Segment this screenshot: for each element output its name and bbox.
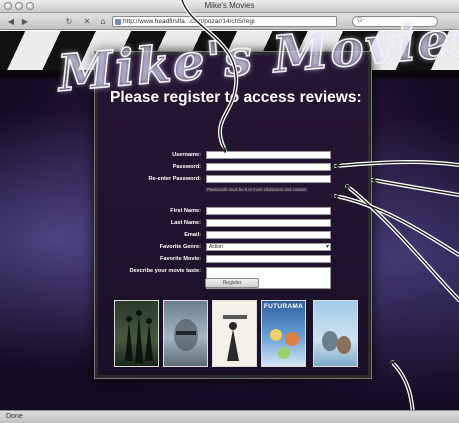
chevron-down-icon: ▾: [325, 244, 329, 250]
first-name-label: First Name:: [170, 208, 201, 214]
poster-face-icon: [174, 319, 198, 351]
status-bar: Done: [0, 410, 459, 423]
favorite-genre-label: Favorite Genre:: [159, 244, 201, 250]
poster-animals-icon: [322, 331, 351, 354]
reload-icon[interactable]: ↻: [62, 16, 76, 27]
poster-figures-icon: [125, 310, 153, 363]
email-field[interactable]: [206, 231, 331, 239]
password-field[interactable]: [206, 163, 331, 171]
reenter-password-label: Re-enter Password:: [148, 176, 201, 182]
last-name-field[interactable]: [206, 219, 331, 227]
favorite-movie-field[interactable]: [206, 255, 331, 263]
last-name-label: Last Name:: [170, 220, 201, 226]
first-name-field[interactable]: [206, 207, 331, 215]
favorite-genre-select[interactable]: Action ▾: [206, 243, 331, 251]
poster-characters-icon: [270, 329, 299, 359]
password-label: Password:: [172, 164, 201, 170]
favorite-genre-value: Action: [209, 244, 223, 250]
home-icon[interactable]: ⌂: [96, 16, 110, 27]
status-text: Done: [6, 413, 23, 420]
username-label: Username:: [172, 152, 201, 158]
email-label: Email:: [184, 232, 201, 238]
reenter-password-field[interactable]: [206, 175, 331, 183]
movie-poster-3[interactable]: [212, 300, 257, 367]
window-title: Mike's Movies: [204, 1, 255, 10]
forward-icon[interactable]: ▶: [18, 16, 32, 27]
describe-taste-label: Describe your movie taste:: [129, 268, 201, 274]
username-field[interactable]: [206, 151, 331, 159]
back-icon[interactable]: ◀: [4, 16, 18, 27]
window-titlebar: Mike's Movies: [0, 0, 459, 13]
password-hint: Passwords must be 6 or more characters a…: [205, 187, 309, 192]
form-heading: Please register to access reviews:: [110, 89, 362, 106]
register-button[interactable]: Register: [205, 278, 259, 288]
movie-poster-5[interactable]: [313, 300, 358, 367]
movie-poster-4[interactable]: FUTURAMA: [261, 300, 306, 367]
poster-illustration-icon: [223, 315, 247, 361]
stop-icon[interactable]: ✕: [80, 16, 94, 27]
poster-title: FUTURAMA: [263, 303, 304, 310]
favorite-movie-label: Favorite Movie:: [159, 256, 201, 262]
page-favicon-icon: [115, 19, 121, 25]
movie-poster-2[interactable]: [163, 300, 208, 367]
movie-poster-1[interactable]: [114, 300, 159, 367]
